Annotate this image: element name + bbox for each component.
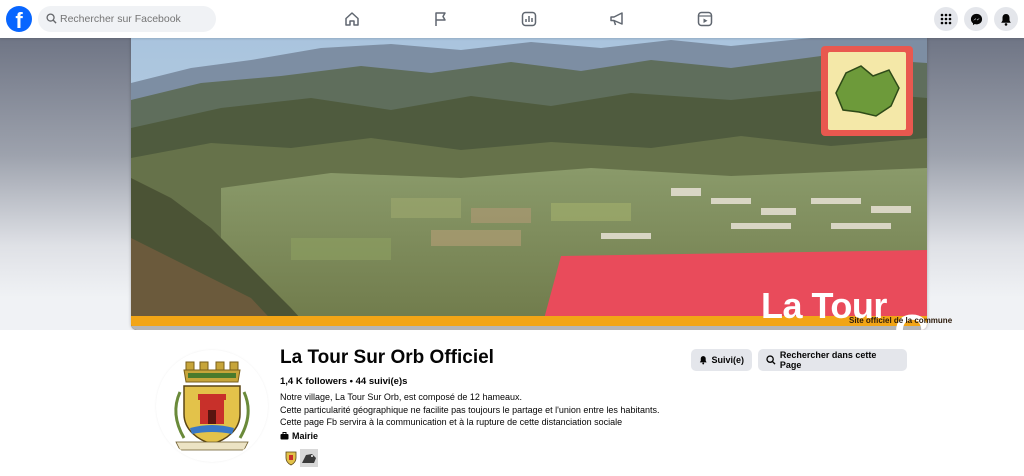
menu-button[interactable] xyxy=(934,7,958,31)
page-category[interactable]: Mairie xyxy=(280,431,318,441)
follow-button-label: Suivi(e) xyxy=(711,355,744,365)
flag-icon xyxy=(435,12,446,26)
followers-count[interactable]: 1,4 K followers • 44 suivi(e)s xyxy=(280,376,407,387)
cover-subtitle: Site officiel de la commune xyxy=(849,316,953,325)
menu-grid-icon xyxy=(940,13,952,25)
search-icon xyxy=(46,13,57,24)
bio-line: Cette page Fb servira à la communication… xyxy=(280,417,623,428)
bio-line: Cette particularité géographique ne faci… xyxy=(280,404,660,415)
category-label: Mairie xyxy=(292,431,319,441)
briefcase-icon xyxy=(280,432,289,440)
search-icon xyxy=(766,355,776,365)
search-page-label: Rechercher dans cette Page xyxy=(779,350,877,370)
video-icon xyxy=(697,11,713,27)
nav-pages[interactable] xyxy=(421,0,461,38)
animal-avatar-icon xyxy=(300,449,318,467)
home-icon xyxy=(345,12,359,26)
cover-photo[interactable]: La Tour surOrb xyxy=(131,38,927,330)
follow-button[interactable]: Suivi(e) xyxy=(691,349,752,371)
mutual-avatar[interactable] xyxy=(300,449,318,467)
facebook-logo[interactable]: f xyxy=(6,6,32,32)
mutual-avatar[interactable] xyxy=(282,449,300,467)
notifications-button[interactable] xyxy=(994,7,1018,31)
messenger-icon xyxy=(970,13,982,25)
nav-video[interactable] xyxy=(685,0,725,38)
top-navigation-bar: f xyxy=(0,0,1024,38)
bell-icon xyxy=(699,356,707,365)
coat-of-arms-icon xyxy=(158,352,266,460)
bio-line: Notre village, La Tour Sur Orb, est comp… xyxy=(280,392,522,402)
messenger-button[interactable] xyxy=(964,7,988,31)
profile-picture[interactable] xyxy=(158,352,266,460)
nav-home[interactable] xyxy=(332,0,372,38)
nav-ads[interactable] xyxy=(597,0,637,38)
coat-of-arms-icon xyxy=(282,449,300,467)
search-box[interactable] xyxy=(38,6,216,32)
search-page-button[interactable]: Rechercher dans cette Page xyxy=(758,349,907,371)
search-input[interactable] xyxy=(60,6,210,32)
megaphone-icon xyxy=(610,12,623,26)
nav-insights[interactable] xyxy=(509,0,549,38)
page-title: La Tour Sur Orb Officiel xyxy=(280,347,494,368)
facebook-logo-letter: f xyxy=(15,8,23,32)
insights-icon xyxy=(521,11,537,27)
page-bio: Notre village, La Tour Sur Orb, est comp… xyxy=(280,391,659,429)
bell-icon xyxy=(1001,13,1011,26)
